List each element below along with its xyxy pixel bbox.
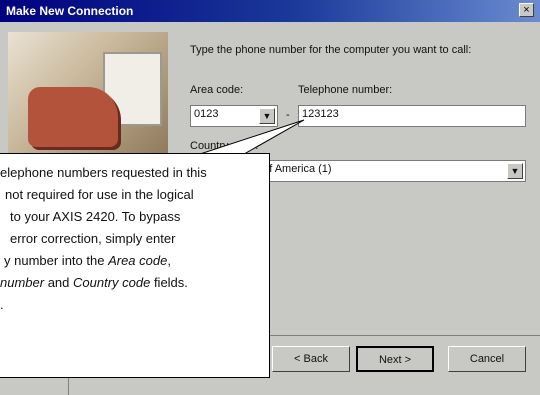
callout-line: error correction, simply enter <box>10 231 176 246</box>
instruction-text: Type the phone number for the computer y… <box>190 44 472 56</box>
callout-line: to your AXIS 2420. To bypass <box>10 209 181 224</box>
area-code-emphasis: Area code <box>108 253 168 268</box>
close-button[interactable]: × <box>519 3 534 17</box>
country-code-emphasis: Country code <box>73 275 151 290</box>
explanation-callout: elephone numbers requested in this not r… <box>0 153 270 378</box>
next-button[interactable]: Next > <box>356 346 434 372</box>
telephone-number-input[interactable]: 123123 <box>298 105 526 127</box>
callout-line: not required for use in the logical <box>5 187 194 202</box>
window-title: Make New Connection <box>6 4 134 18</box>
callout-line: . <box>0 297 4 312</box>
callout-line: and <box>44 275 73 290</box>
telephone-number-label: Telephone number: <box>298 84 393 96</box>
chevron-down-icon: ▼ <box>510 166 520 176</box>
title-bar: Make New Connection × <box>0 0 540 22</box>
area-code-label: Area code: <box>190 84 244 96</box>
callout-line: elephone numbers requested in this <box>0 165 207 180</box>
callout-line: , <box>167 253 171 268</box>
wizard-illustration <box>8 32 168 172</box>
cancel-button[interactable]: Cancel <box>448 346 526 372</box>
callout-line: y number into the <box>4 253 109 268</box>
back-button[interactable]: < Back <box>272 346 350 372</box>
telephone-graphic <box>28 87 118 147</box>
country-code-dropdown-button[interactable]: ▼ <box>507 163 523 179</box>
number-emphasis: number <box>0 275 45 290</box>
callout-line: fields. <box>150 275 188 290</box>
close-icon: × <box>523 4 530 16</box>
callout-text: elephone numbers requested in this not r… <box>0 162 266 316</box>
